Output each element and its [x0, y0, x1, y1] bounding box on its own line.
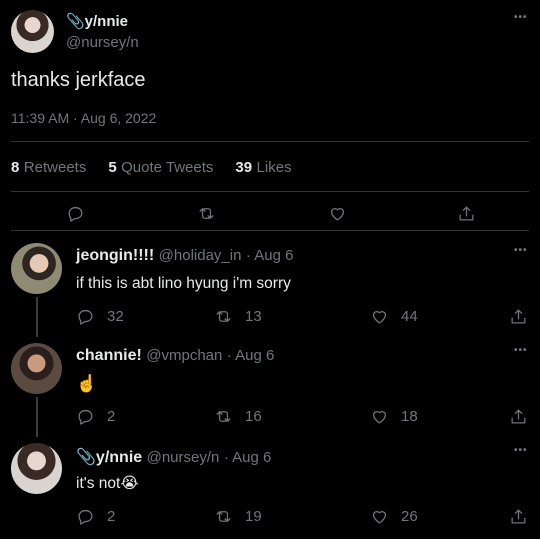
- retweet-icon: [216, 411, 231, 422]
- divider: [11, 191, 529, 192]
- reply-icon: [68, 206, 83, 222]
- display-name[interactable]: 📎y/nnie: [76, 449, 142, 466]
- quotes-count: 5: [108, 159, 117, 176]
- like-button[interactable]: 26: [370, 507, 418, 526]
- quotes-label: Quote Tweets: [121, 159, 214, 176]
- share-button[interactable]: [509, 307, 528, 326]
- more-options-icon[interactable]: •••: [514, 246, 528, 256]
- like-button[interactable]: 44: [370, 307, 418, 326]
- like-count: 26: [401, 508, 418, 525]
- share-icon: [511, 409, 526, 424]
- share-icon: [511, 309, 526, 324]
- reply-button[interactable]: 32: [76, 307, 124, 326]
- timestamp[interactable]: 11:39 AM · Aug 6, 2022: [11, 110, 156, 126]
- more-options-icon[interactable]: •••: [514, 446, 528, 456]
- reply-icon: [78, 509, 93, 525]
- reply-button[interactable]: 2: [76, 407, 115, 426]
- retweet-count: 13: [245, 308, 262, 325]
- retweets-count: 8: [11, 159, 20, 176]
- divider: [11, 230, 529, 231]
- reply-header: 📎y/nnie @nursey/n · Aug 6: [76, 447, 271, 467]
- reply-button[interactable]: [66, 204, 85, 223]
- like-button[interactable]: 18: [370, 407, 418, 426]
- retweet-icon: [199, 208, 214, 219]
- display-name[interactable]: jeongin!!!!: [76, 247, 154, 264]
- retweet-count: 19: [245, 508, 262, 525]
- reply-header: jeongin!!!! @holiday_in · Aug 6: [76, 247, 293, 265]
- divider: [11, 141, 529, 142]
- display-name[interactable]: channie!: [76, 347, 142, 364]
- reply-text: it's not😭: [76, 475, 139, 492]
- likes-stat[interactable]: 39 Likes: [235, 159, 291, 177]
- retweet-button[interactable]: 19: [214, 507, 262, 526]
- handle[interactable]: @nursey/n: [147, 449, 220, 466]
- reply-text: if this is abt lino hyung i'm sorry: [76, 275, 291, 292]
- handle[interactable]: @nursey/n: [66, 34, 139, 51]
- reply-count: 2: [107, 408, 116, 425]
- tweet-text: thanks jerkface: [11, 69, 146, 91]
- like-count: 44: [401, 308, 418, 325]
- reply-date[interactable]: · Aug 6: [224, 449, 272, 466]
- share-icon: [459, 206, 474, 221]
- retweet-icon: [216, 311, 231, 322]
- retweets-stat[interactable]: 8 Retweets: [11, 159, 86, 177]
- handle[interactable]: @vmpchan: [146, 347, 222, 364]
- reply-date[interactable]: · Aug 6: [227, 347, 275, 364]
- quotes-stat[interactable]: 5 Quote Tweets: [108, 159, 213, 177]
- heart-icon: [372, 411, 387, 424]
- avatar[interactable]: [11, 343, 62, 394]
- heart-icon: [372, 511, 387, 524]
- reply-icon: [78, 409, 93, 425]
- share-button[interactable]: [509, 507, 528, 526]
- more-options-icon[interactable]: •••: [514, 13, 528, 23]
- share-icon: [511, 509, 526, 524]
- retweet-count: 16: [245, 408, 262, 425]
- likes-count: 39: [235, 159, 253, 176]
- share-button[interactable]: [457, 204, 476, 223]
- thread-line: [36, 397, 38, 437]
- more-options-icon[interactable]: •••: [514, 346, 528, 356]
- reply-count: 2: [107, 508, 116, 525]
- reply-text: ☝️: [76, 374, 98, 393]
- reply-button[interactable]: 2: [76, 507, 115, 526]
- like-button[interactable]: [328, 204, 347, 223]
- retweet-button[interactable]: 13: [214, 307, 262, 326]
- thread-line: [36, 297, 38, 337]
- retweets-label: Retweets: [23, 159, 87, 176]
- heart-icon: [330, 208, 345, 221]
- avatar[interactable]: [11, 443, 62, 494]
- retweet-button[interactable]: [197, 204, 216, 223]
- avatar[interactable]: [11, 10, 54, 53]
- reply-count: 32: [107, 308, 124, 325]
- heart-icon: [372, 311, 387, 324]
- retweet-button[interactable]: 16: [214, 407, 262, 426]
- share-button[interactable]: [509, 407, 528, 426]
- handle[interactable]: @holiday_in: [159, 247, 242, 264]
- reply-header: channie! @vmpchan · Aug 6: [76, 347, 274, 365]
- display-name[interactable]: 📎y/nnie: [66, 12, 128, 30]
- like-count: 18: [401, 408, 418, 425]
- reply-date[interactable]: · Aug 6: [246, 247, 294, 264]
- stats-row: 8 Retweets 5 Quote Tweets 39 Likes: [11, 159, 292, 177]
- likes-label: Likes: [256, 159, 292, 176]
- reply-icon: [78, 309, 93, 325]
- retweet-icon: [216, 511, 231, 522]
- avatar[interactable]: [11, 243, 62, 294]
